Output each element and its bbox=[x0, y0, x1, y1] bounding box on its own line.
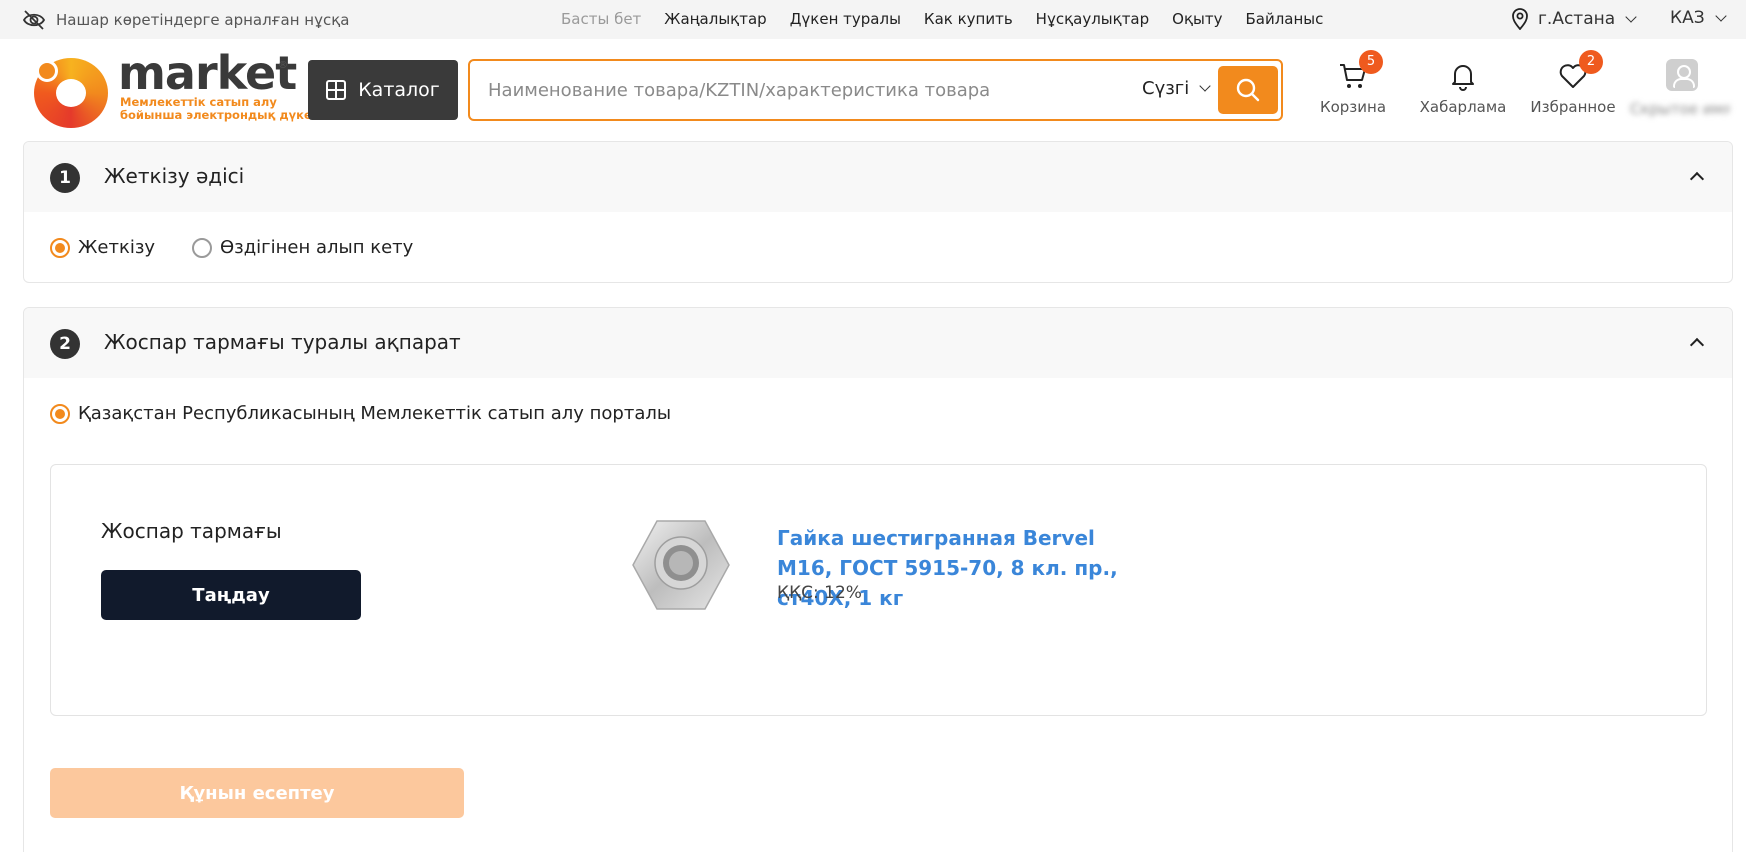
user-avatar-icon[interactable] bbox=[1666, 59, 1698, 91]
site-logo[interactable]: market ® Мемлекеттік сатып алу бойынша э… bbox=[34, 46, 320, 128]
nav-home[interactable]: Басты бет bbox=[561, 10, 641, 28]
eye-off-icon bbox=[22, 10, 46, 30]
low-vision-link[interactable]: Нашар көретіндерге арналған нұсқа bbox=[22, 9, 349, 31]
favorites-count-badge: 2 bbox=[1579, 50, 1603, 74]
radio-label: Қазақстан Республикасының Мемлекеттік са… bbox=[78, 403, 672, 424]
catalog-button[interactable]: Каталог bbox=[308, 60, 458, 120]
cart-link[interactable]: 5 Корзина bbox=[1303, 50, 1403, 116]
search-input[interactable] bbox=[488, 74, 1108, 106]
cart-count-badge: 5 bbox=[1359, 50, 1383, 74]
nav-about[interactable]: Дүкен туралы bbox=[790, 10, 901, 28]
nav-news[interactable]: Жаңалықтар bbox=[664, 10, 766, 28]
favorites-link[interactable]: 2 Избранное bbox=[1523, 50, 1623, 116]
chevron-down-icon bbox=[1625, 10, 1637, 23]
logo-subtitle-line2: бойынша электрондық дүкен bbox=[120, 108, 320, 122]
product-vat: ҚҚС: 12% bbox=[777, 583, 862, 603]
search-button[interactable] bbox=[1218, 66, 1278, 114]
chevron-up-icon[interactable] bbox=[1689, 337, 1705, 353]
delivery-option-delivery[interactable]: Жеткізу bbox=[50, 237, 155, 258]
step-number: 1 bbox=[50, 163, 80, 193]
notifications-label: Хабарлама bbox=[1419, 98, 1507, 116]
city-selector[interactable]: г.Астана bbox=[1510, 8, 1637, 30]
calculate-price-button[interactable]: Құнын есептеу bbox=[50, 768, 464, 818]
portal-option[interactable]: Қазақстан Республикасының Мемлекеттік са… bbox=[50, 403, 671, 424]
section-title: Жеткізу әдісі bbox=[104, 164, 245, 188]
low-vision-label: Нашар көретіндерге арналған нұсқа bbox=[56, 11, 350, 29]
notifications-link[interactable]: Хабарлама bbox=[1413, 58, 1513, 116]
language-selector[interactable]: КАЗ bbox=[1670, 8, 1727, 28]
plan-section: 2 Жоспар тармағы туралы ақпарат Қазақста… bbox=[23, 307, 1733, 852]
nav-guides[interactable]: Нұсқаулықтар bbox=[1036, 10, 1149, 28]
chevron-up-icon[interactable] bbox=[1689, 171, 1705, 187]
radio-button[interactable] bbox=[50, 403, 70, 424]
plan-section-header[interactable]: 2 Жоспар тармағы туралы ақпарат bbox=[24, 308, 1732, 378]
radio-label: Жеткізу bbox=[78, 237, 156, 258]
section-title: Жоспар тармағы туралы ақпарат bbox=[104, 330, 461, 354]
choose-button[interactable]: Таңдау bbox=[101, 570, 361, 620]
filter-dropdown[interactable]: Сүзгі bbox=[1142, 78, 1211, 99]
logo-subtitle: Мемлекеттік сатып алу бойынша электронды… bbox=[120, 96, 320, 122]
grid-icon bbox=[326, 80, 347, 100]
cart-label: Корзина bbox=[1319, 98, 1387, 116]
search-bar: Сүзгі bbox=[468, 59, 1283, 121]
step-number: 2 bbox=[50, 329, 80, 359]
top-utility-bar: Нашар көретіндерге арналған нұсқа Басты … bbox=[0, 0, 1746, 39]
city-name: г.Астана bbox=[1538, 9, 1616, 29]
radio-label: Өздігінен алып кету bbox=[220, 237, 414, 258]
plan-item-label: Жоспар тармағы bbox=[101, 519, 282, 543]
delivery-section: 1 Жеткізу әдісі Жеткізу Өздігінен алып к… bbox=[23, 141, 1733, 283]
bell-icon bbox=[1452, 65, 1474, 91]
language-label: КАЗ bbox=[1670, 8, 1705, 28]
delivery-section-header[interactable]: 1 Жеткізу әдісі bbox=[24, 142, 1732, 212]
radio-button[interactable] bbox=[192, 237, 212, 258]
user-name[interactable]: Скрытое имя bbox=[1630, 100, 1730, 118]
catalog-button-label: Каталог bbox=[358, 79, 440, 101]
search-icon bbox=[1236, 78, 1260, 102]
filter-label: Сүзгі bbox=[1142, 78, 1190, 99]
top-nav: Басты бет Жаңалықтар Дүкен туралы Как ку… bbox=[561, 10, 1323, 28]
favorites-label: Избранное bbox=[1530, 98, 1616, 116]
nav-how-to-buy[interactable]: Как купить bbox=[924, 10, 1013, 28]
nav-contacts[interactable]: Байланыс bbox=[1245, 10, 1323, 28]
chevron-down-icon bbox=[1714, 9, 1727, 22]
chevron-down-icon bbox=[1199, 80, 1211, 92]
logo-ring-icon bbox=[34, 58, 108, 128]
logo-registered-mark: ® bbox=[278, 60, 288, 71]
nav-training[interactable]: Оқыту bbox=[1172, 10, 1222, 28]
logo-word: market bbox=[118, 46, 297, 100]
plan-item-card: Жоспар тармағы Таңдау Гайка шестигранная… bbox=[50, 464, 1707, 716]
delivery-option-pickup[interactable]: Өздігінен алып кету bbox=[192, 237, 413, 258]
radio-button[interactable] bbox=[50, 237, 70, 258]
location-pin-icon bbox=[1512, 8, 1528, 30]
hex-nut-image[interactable] bbox=[629, 517, 733, 613]
